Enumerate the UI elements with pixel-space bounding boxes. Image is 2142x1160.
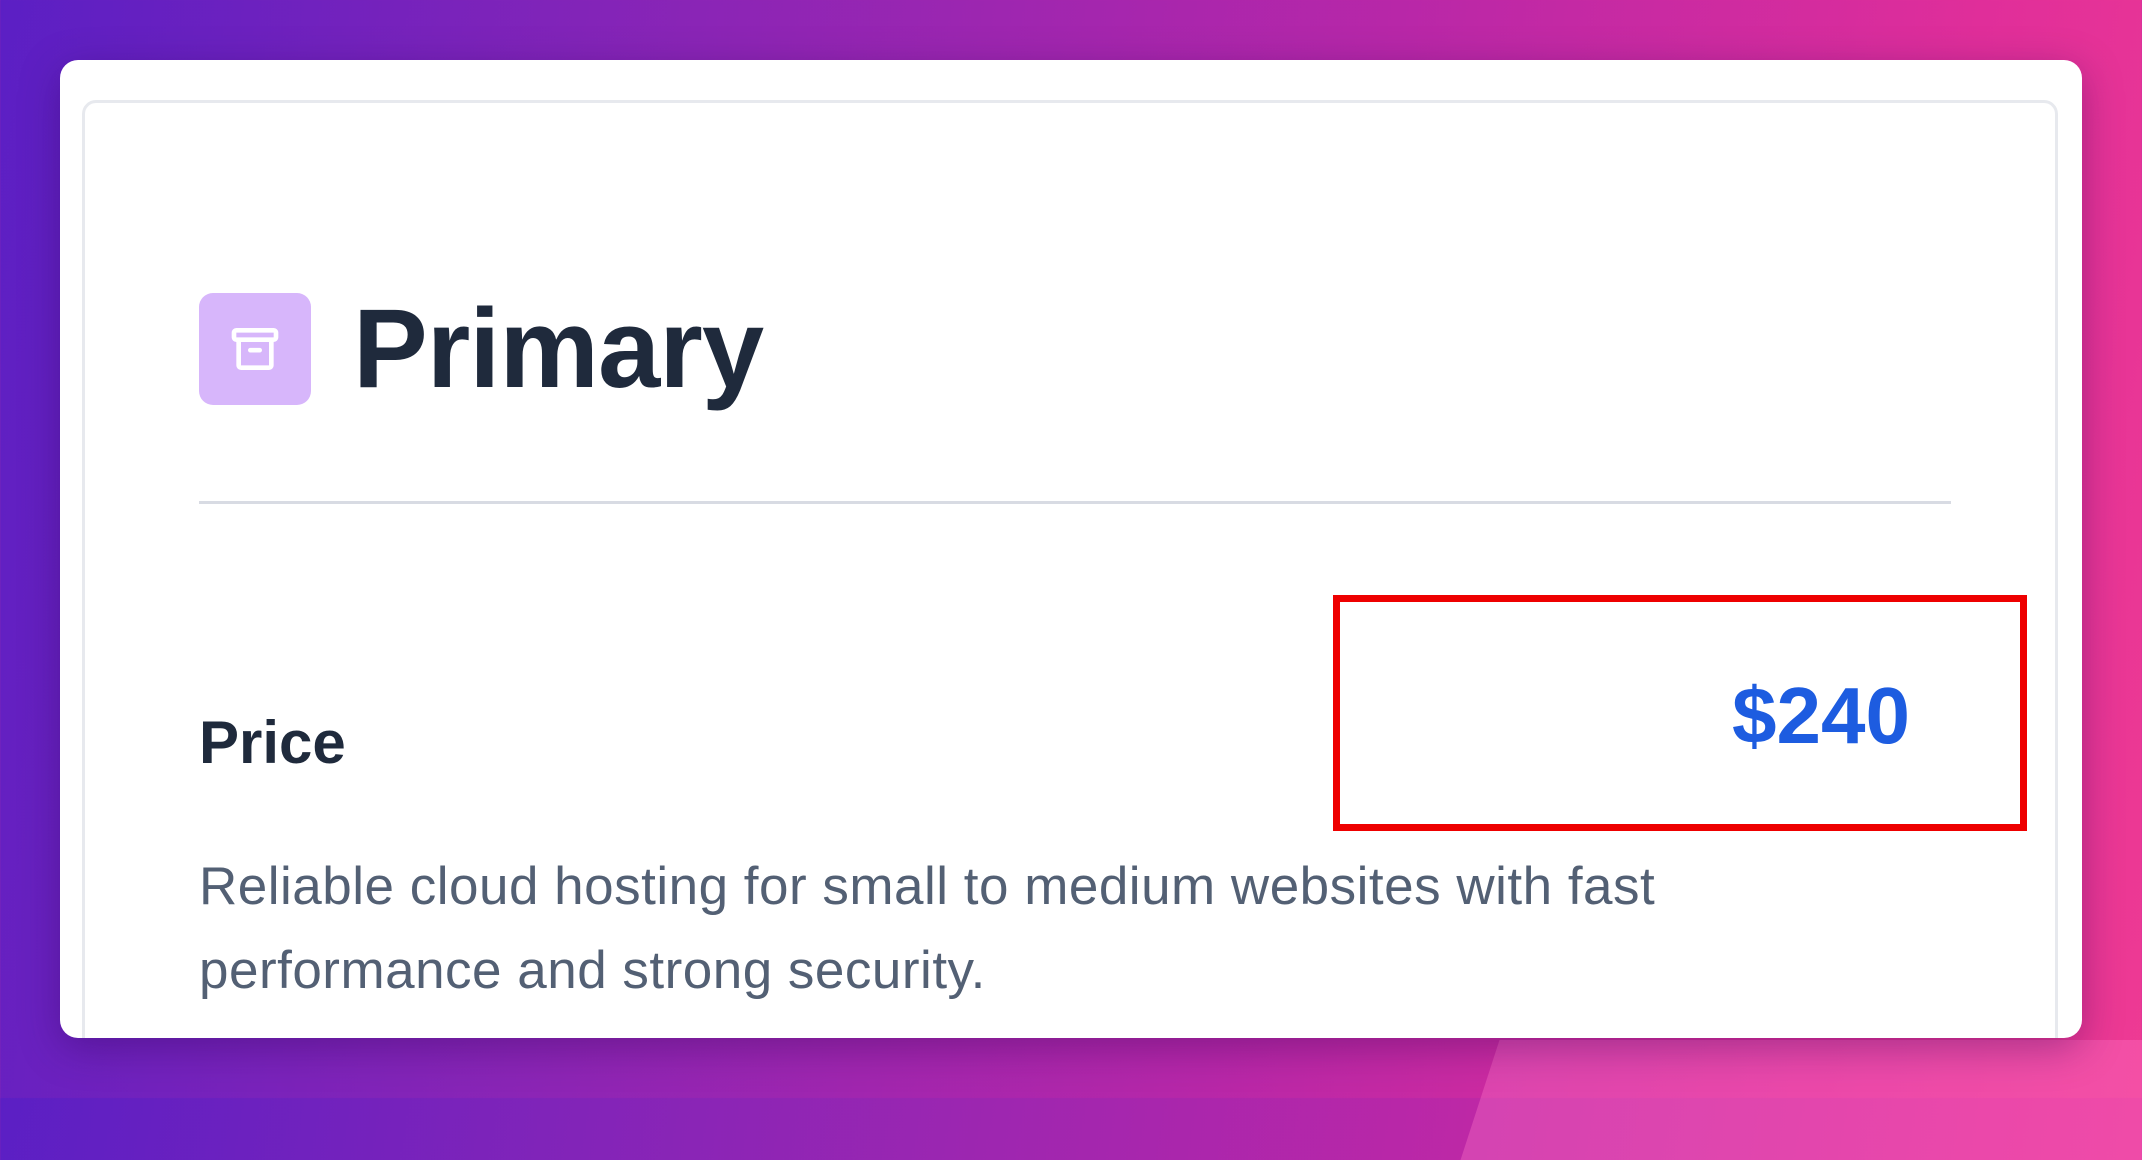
card-description: Reliable cloud hosting for small to medi…: [199, 857, 1656, 1000]
archive-box-icon: [199, 293, 311, 405]
pricing-card: Primary Price $240 Reliable cloud hostin…: [82, 100, 2058, 1038]
price-highlight-box: $240: [1333, 595, 2027, 831]
price-value: $240: [1732, 671, 1910, 760]
background-decoration: [1460, 1040, 2142, 1160]
screenshot-frame: Primary Price $240 Reliable cloud hostin…: [60, 60, 2082, 1038]
price-label: Price: [199, 709, 346, 776]
card-header: Primary: [199, 286, 764, 411]
divider: [199, 501, 1951, 504]
card-title: Primary: [353, 286, 764, 411]
